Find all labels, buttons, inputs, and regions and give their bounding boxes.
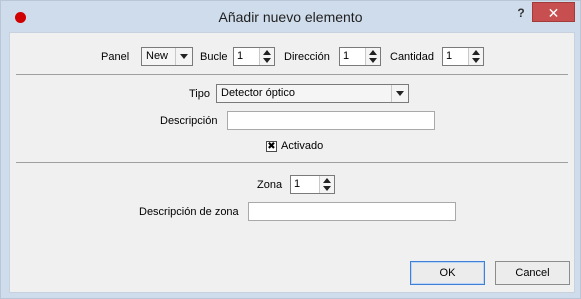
descripcion-zona-input[interactable]: [248, 202, 456, 221]
bucle-spinner[interactable]: 1: [233, 47, 275, 66]
activado-label: Activado: [281, 140, 324, 152]
direccion-value: 1: [343, 50, 350, 62]
descripcion-zona-label: Descripción de zona: [139, 206, 239, 218]
direccion-spinner[interactable]: 1: [339, 47, 381, 66]
zona-label: Zona: [257, 179, 283, 191]
zona-spinner[interactable]: 1: [290, 175, 335, 194]
separator: [16, 74, 568, 75]
chevron-down-icon[interactable]: [391, 85, 408, 102]
spinner-arrows-icon[interactable]: [259, 48, 274, 65]
ok-button[interactable]: OK: [410, 261, 485, 285]
spinner-arrows-icon[interactable]: [365, 48, 380, 65]
dialog-title: Añadir nuevo elemento: [218, 9, 363, 25]
bucle-value: 1: [237, 50, 244, 62]
zona-value: 1: [294, 178, 301, 190]
panel-value: New: [146, 50, 169, 62]
chevron-down-icon[interactable]: [175, 48, 192, 65]
cantidad-value: 1: [446, 50, 453, 62]
direccion-label: Dirección: [284, 51, 330, 63]
cantidad-spinner[interactable]: 1: [442, 47, 484, 66]
descripcion-label: Descripción: [160, 115, 218, 127]
spinner-arrows-icon[interactable]: [319, 176, 334, 193]
cancel-button[interactable]: Cancel: [495, 261, 570, 285]
dialog-window: Añadir nuevo elemento ? ✕ Panel New Bucl…: [0, 0, 581, 299]
panel-label: Panel: [101, 51, 130, 63]
descripcion-input[interactable]: [227, 111, 435, 130]
title-bar: Añadir nuevo elemento ? ✕: [1, 1, 580, 31]
separator: [16, 162, 568, 163]
help-button[interactable]: ?: [512, 6, 530, 22]
dialog-body: Panel New Bucle 1 Dirección 1 Cantidad 1…: [9, 32, 575, 293]
spinner-arrows-icon[interactable]: [468, 48, 483, 65]
tipo-value: Detector óptico: [221, 87, 295, 99]
activado-checkbox[interactable]: ✖: [266, 141, 277, 152]
panel-select[interactable]: New: [141, 47, 193, 66]
cantidad-label: Cantidad: [390, 51, 435, 63]
tipo-select[interactable]: Detector óptico: [216, 84, 409, 103]
bucle-label: Bucle: [200, 51, 228, 63]
close-button[interactable]: ✕: [532, 2, 575, 22]
tipo-label: Tipo: [189, 88, 210, 100]
